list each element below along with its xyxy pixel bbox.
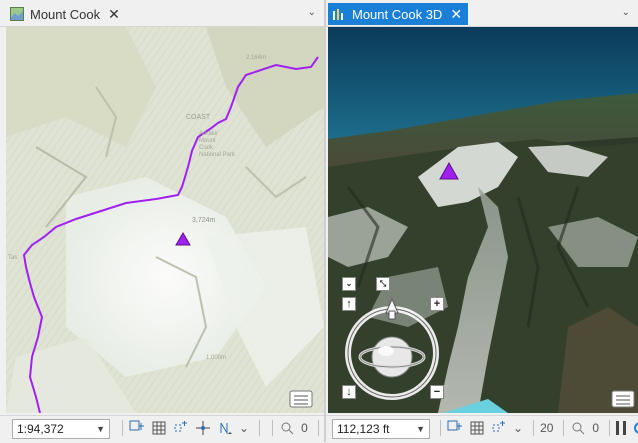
- chevron-down-icon[interactable]: ⌄: [622, 7, 630, 18]
- park-label-1: Aoraki/: [199, 131, 218, 137]
- tab-bar: Mount Cook ✕ ⌄: [0, 0, 324, 27]
- status-tools: ⌄ 20 0: [434, 420, 638, 436]
- park-label-3: Cook: [199, 145, 214, 151]
- park-label-2: Mount: [199, 138, 216, 144]
- snapping-count: 0: [301, 421, 308, 435]
- snapping-icon[interactable]: [279, 420, 295, 436]
- tab-mount-cook[interactable]: Mount Cook ✕: [6, 3, 126, 25]
- coordinate-icon[interactable]: [491, 420, 507, 436]
- map-pane-2d: Mount Cook ✕ ⌄ 3,724m COAST Aoraki/ Moun…: [0, 0, 335, 443]
- navigator-control[interactable]: ⌄ ⤡ ↑ + ↓ −: [342, 275, 452, 405]
- close-icon[interactable]: ✕: [450, 7, 462, 21]
- basemap-gallery-icon[interactable]: [289, 390, 313, 408]
- scale-selector[interactable]: 112,123 ft ▼: [332, 419, 430, 439]
- coordinate-icon[interactable]: [173, 420, 189, 436]
- fixed-zoom-icon[interactable]: [447, 420, 463, 436]
- scale-value: 1:94,372: [17, 422, 64, 436]
- refresh-icon[interactable]: [632, 420, 638, 436]
- snapping-count: 0: [592, 421, 600, 435]
- tab-label: Mount Cook: [30, 6, 101, 22]
- grid-icon[interactable]: [151, 420, 167, 436]
- peak-label: 3,724m: [192, 217, 216, 224]
- basemap-gallery-icon[interactable]: [611, 390, 635, 408]
- snapping-icon[interactable]: [570, 420, 586, 436]
- tab-mount-cook-3d[interactable]: Mount Cook 3D ✕: [328, 3, 469, 25]
- edge-label: Tas: [8, 255, 17, 261]
- grid-icon[interactable]: [469, 420, 485, 436]
- map-view-2d[interactable]: 3,724m COAST Aoraki/ Mount Cook National…: [6, 27, 324, 413]
- tab-label: Mount Cook 3D: [352, 6, 443, 22]
- globe-navigator-icon[interactable]: [342, 275, 452, 405]
- chevron-down-icon[interactable]: ⌄: [239, 421, 249, 435]
- chevron-down-icon: ▼: [96, 424, 105, 434]
- separator: [259, 420, 261, 436]
- separator: [440, 420, 441, 436]
- partial-value: 20: [540, 421, 554, 435]
- status-tools: ⌄ 0: [116, 420, 341, 436]
- hut-label: 2,164m: [246, 55, 266, 61]
- separator: [609, 420, 611, 436]
- separator: [533, 420, 535, 436]
- north-arrow-icon[interactable]: [217, 420, 233, 436]
- park-label-4: National Park: [199, 152, 236, 158]
- tab-bar: Mount Cook 3D ✕ ⌄: [326, 0, 638, 27]
- scene-view-3d[interactable]: ⌄ ⤡ ↑ + ↓ −: [328, 27, 638, 413]
- bottom-label: 1,000m: [206, 355, 226, 361]
- close-icon[interactable]: ✕: [108, 7, 120, 21]
- chevron-down-icon[interactable]: ⌄: [513, 421, 523, 435]
- separator: [317, 420, 319, 436]
- separator: [122, 420, 123, 436]
- map-icon: [10, 7, 24, 21]
- scale-selector[interactable]: 1:94,372 ▼: [12, 419, 110, 439]
- coast-label: COAST: [186, 114, 211, 121]
- crosshair-icon[interactable]: [195, 420, 211, 436]
- separator: [563, 420, 565, 436]
- chevron-down-icon[interactable]: ⌄: [308, 7, 316, 18]
- pause-icon[interactable]: [616, 421, 627, 435]
- status-bar: 1:94,372 ▼ ⌄ 0: [0, 415, 335, 443]
- fixed-zoom-icon[interactable]: [129, 420, 145, 436]
- terrain-map: 3,724m COAST Aoraki/ Mount Cook National…: [6, 27, 324, 413]
- scale-value: 112,123 ft: [337, 422, 390, 436]
- scene-icon: [332, 7, 346, 21]
- map-pane-3d: Mount Cook 3D ✕ ⌄ ⌄ ⤡ ↑ + ↓ − 112,123 ft…: [326, 0, 638, 443]
- separator: [272, 420, 274, 436]
- status-bar: 112,123 ft ▼ ⌄ 20 0: [326, 415, 638, 443]
- chevron-down-icon: ▼: [416, 424, 425, 434]
